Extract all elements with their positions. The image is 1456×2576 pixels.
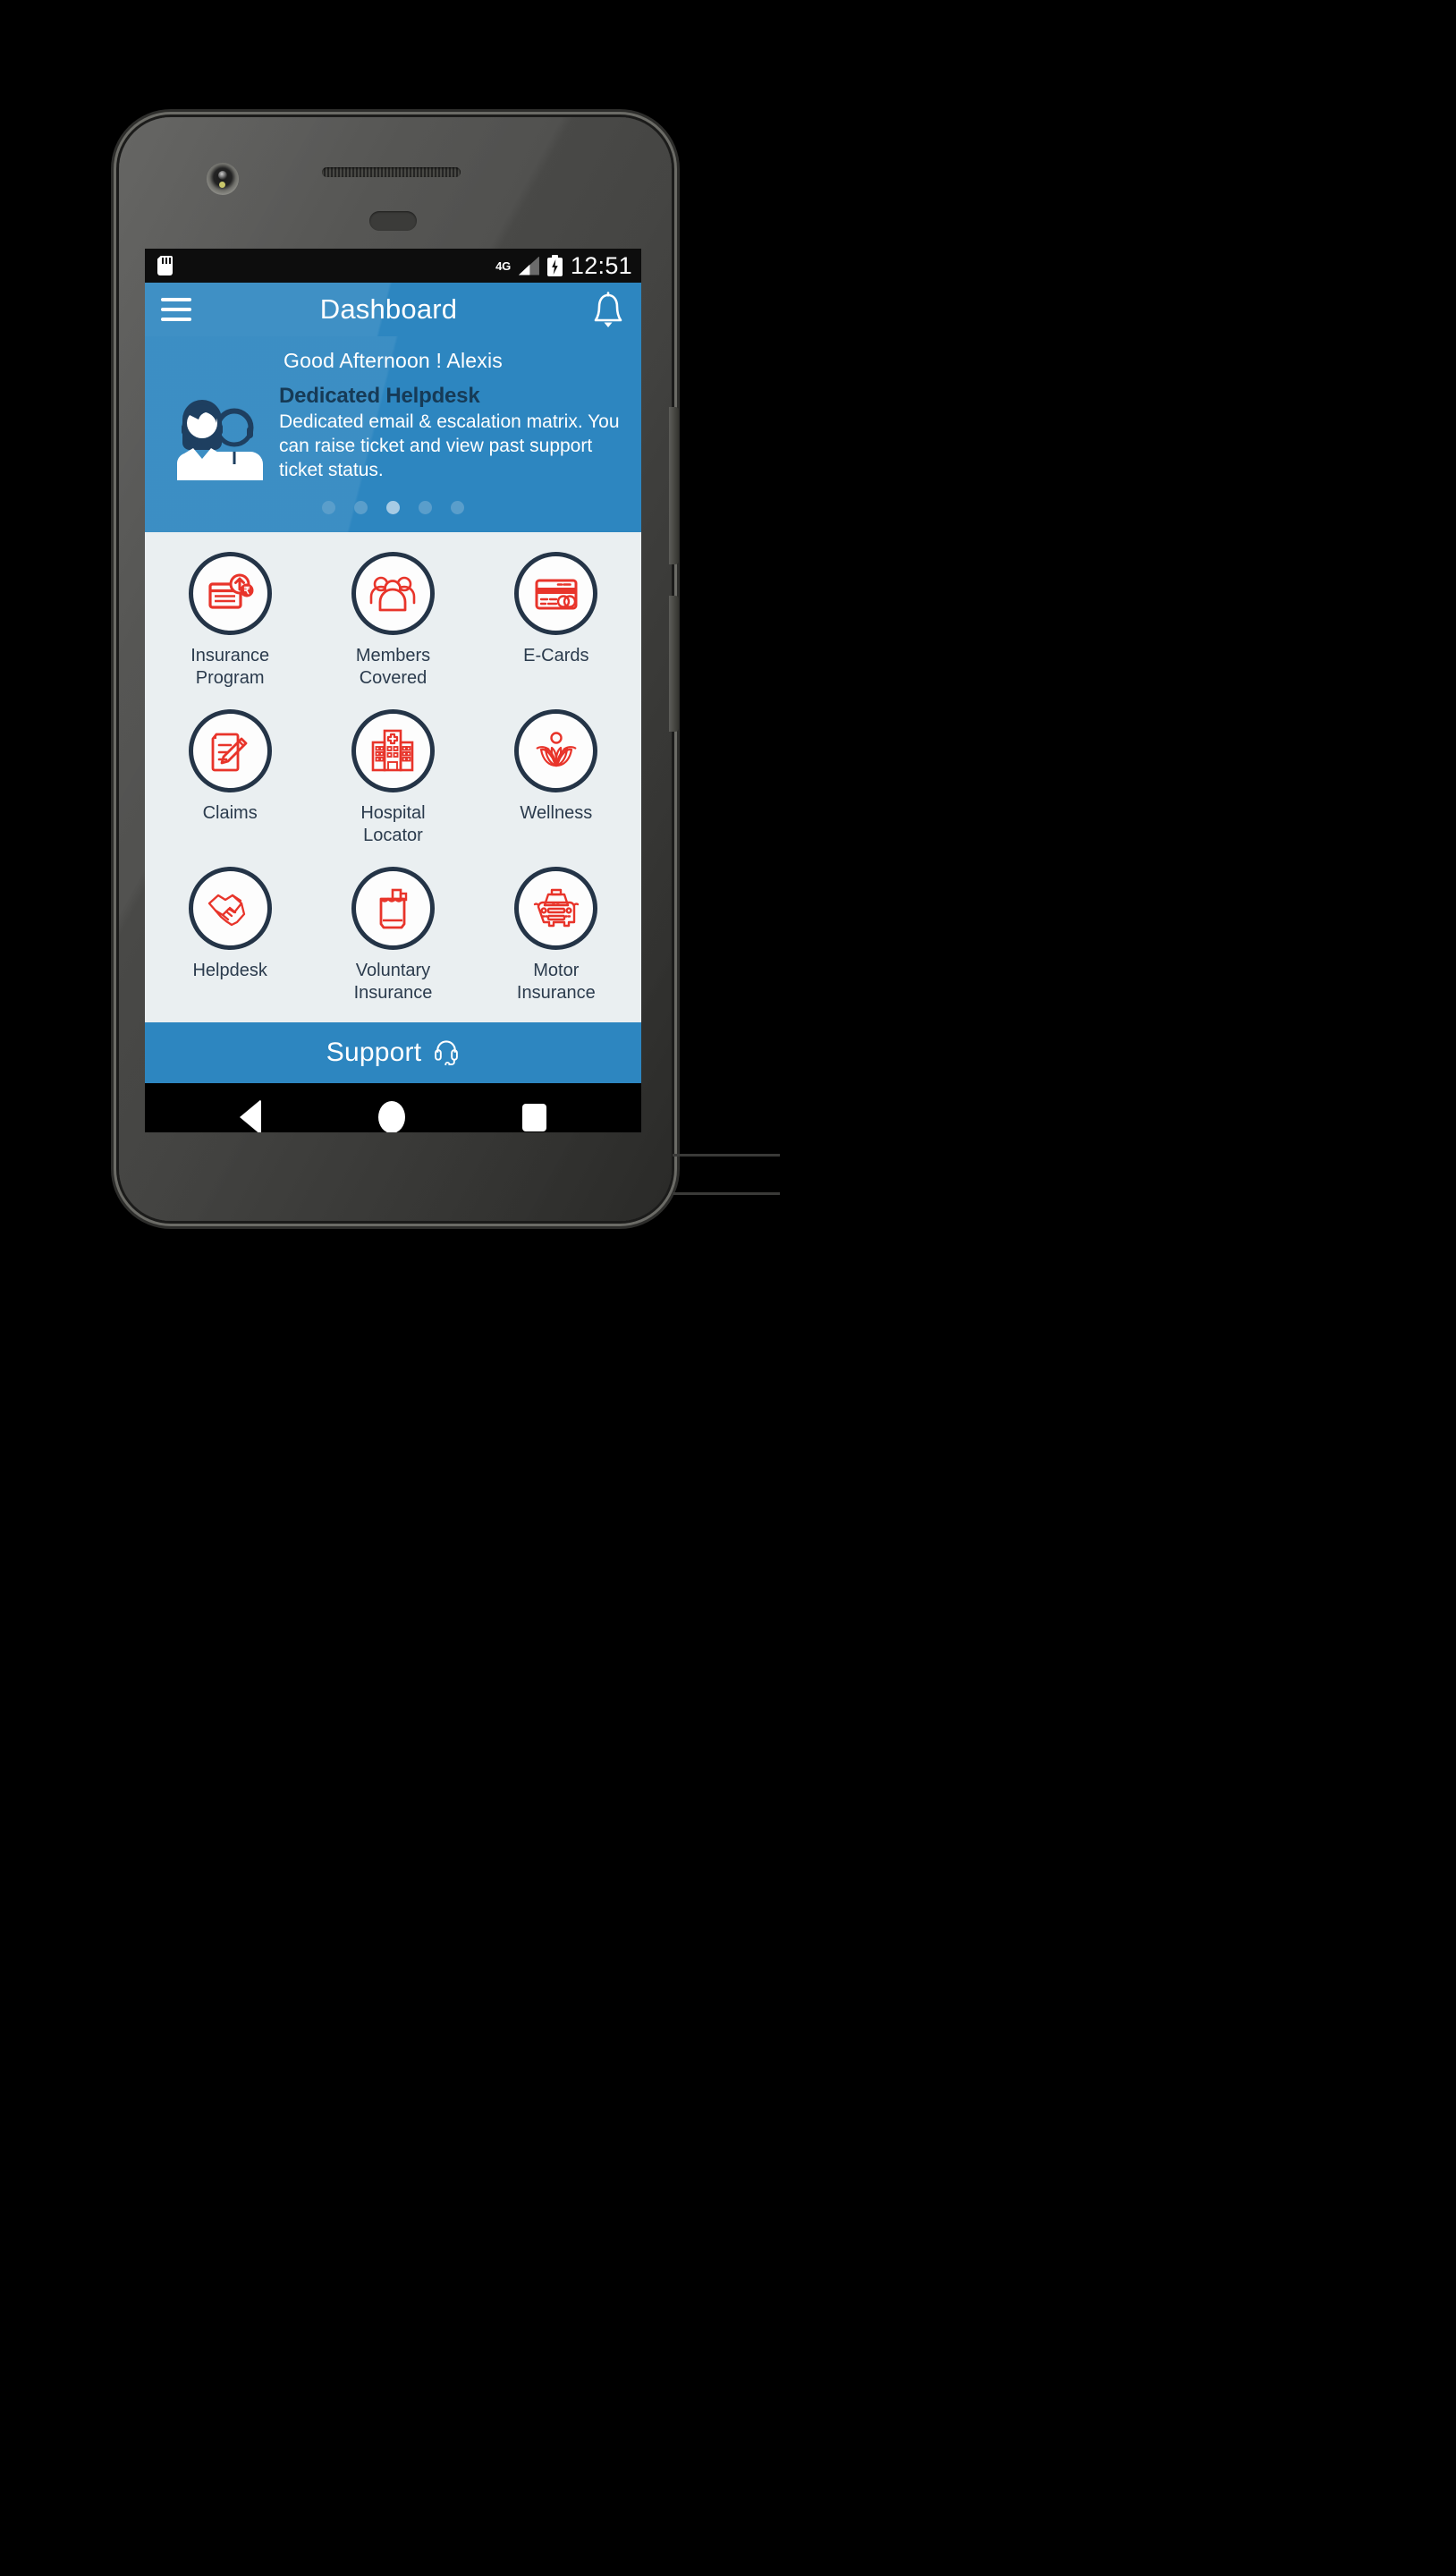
support-agents-illustration [165,382,267,485]
wellness-icon [514,709,598,792]
earpiece-speaker [322,167,461,177]
app-bar: Dashboard [145,283,641,336]
e-cards-icon [514,552,598,635]
battery-charging-icon [546,255,563,276]
phone-screen: 4G 12:51 Dashboard Good Afternoon ! Alex… [145,249,641,1132]
camera-led-icon [219,182,225,188]
carousel-dot-4[interactable] [419,501,432,514]
tile-voluntary-insurance[interactable]: Voluntary Insurance [311,860,474,1013]
carousel-dots[interactable] [145,485,641,529]
headset-icon [433,1037,460,1070]
tile-claims[interactable]: Claims [148,702,311,856]
members-covered-icon [351,552,435,635]
front-camera-icon [207,163,239,195]
carousel-dot-3[interactable] [386,501,400,514]
volume-button[interactable] [669,407,679,564]
home-nav-icon[interactable] [377,1101,405,1132]
proximity-sensor [369,211,417,231]
motor-insurance-icon [514,867,598,950]
android-nav-bar [145,1083,641,1132]
cable-line-lower [673,1192,780,1195]
insurance-program-icon: ₹ [188,552,272,635]
sd-card-icon [157,256,173,275]
status-bar: 4G 12:51 [145,249,641,283]
page-title: Dashboard [319,293,458,325]
back-nav-icon[interactable] [239,1099,261,1132]
support-label: Support [326,1038,422,1067]
tile-helpdesk[interactable]: Helpdesk [148,860,311,1013]
slide-description: Dedicated email & escalation matrix. You… [279,411,620,480]
tile-hospital-locator[interactable]: Hospital Locator [311,702,474,856]
tile-label: E-Cards [523,646,589,665]
tile-label: Hospital Locator [360,803,426,845]
promo-carousel[interactable]: Good Afternoon ! Alexis Dedicated Helpde… [145,336,641,532]
recents-nav-icon[interactable] [522,1103,547,1131]
tile-label: Claims [202,803,258,823]
carousel-dot-2[interactable] [354,501,368,514]
tile-wellness[interactable]: Wellness [475,702,638,856]
tile-label: Voluntary Insurance [353,961,433,1003]
tile-label: Helpdesk [192,961,267,980]
power-button[interactable] [669,596,679,732]
greeting-text: Good Afternoon ! Alexis [284,349,503,372]
tile-motor-insurance[interactable]: Motor Insurance [475,860,638,1013]
tile-label: Wellness [520,803,593,823]
claims-icon [188,709,272,792]
hospital-locator-icon [351,709,435,792]
tile-e-cards[interactable]: E-Cards [475,545,638,699]
status-bar-left [157,256,173,275]
status-bar-clock: 12:51 [570,251,632,279]
tile-members-covered[interactable]: Members Covered [311,545,474,699]
carousel-slide[interactable]: Dedicated Helpdesk Dedicated email & esc… [145,378,641,485]
carousel-dot-5[interactable] [451,501,464,514]
tile-insurance-program[interactable]: ₹ Insurance Program [148,545,311,699]
dashboard-grid: ₹ Insurance Program Members Covered E-Ca… [145,532,641,1022]
tile-label: Motor Insurance [516,961,596,1003]
svg-text:₹: ₹ [244,586,250,597]
screenshot-root: 4G 12:51 Dashboard Good Afternoon ! Alex… [0,0,1456,2576]
voluntary-insurance-icon [351,867,435,950]
carousel-slide-text: Dedicated Helpdesk Dedicated email & esc… [279,382,631,483]
signal-bars-icon [518,256,539,275]
bell-icon[interactable] [591,291,625,328]
status-bar-right: 4G 12:51 [495,252,632,280]
slide-title: Dedicated Helpdesk [279,384,480,408]
support-button[interactable]: Support [145,1022,641,1083]
carousel-dot-1[interactable] [322,501,335,514]
tile-label: Insurance Program [190,646,270,688]
helpdesk-icon [188,867,272,950]
network-type-label: 4G [495,258,511,273]
cable-line-upper [673,1154,780,1157]
tile-label: Members Covered [355,646,431,688]
